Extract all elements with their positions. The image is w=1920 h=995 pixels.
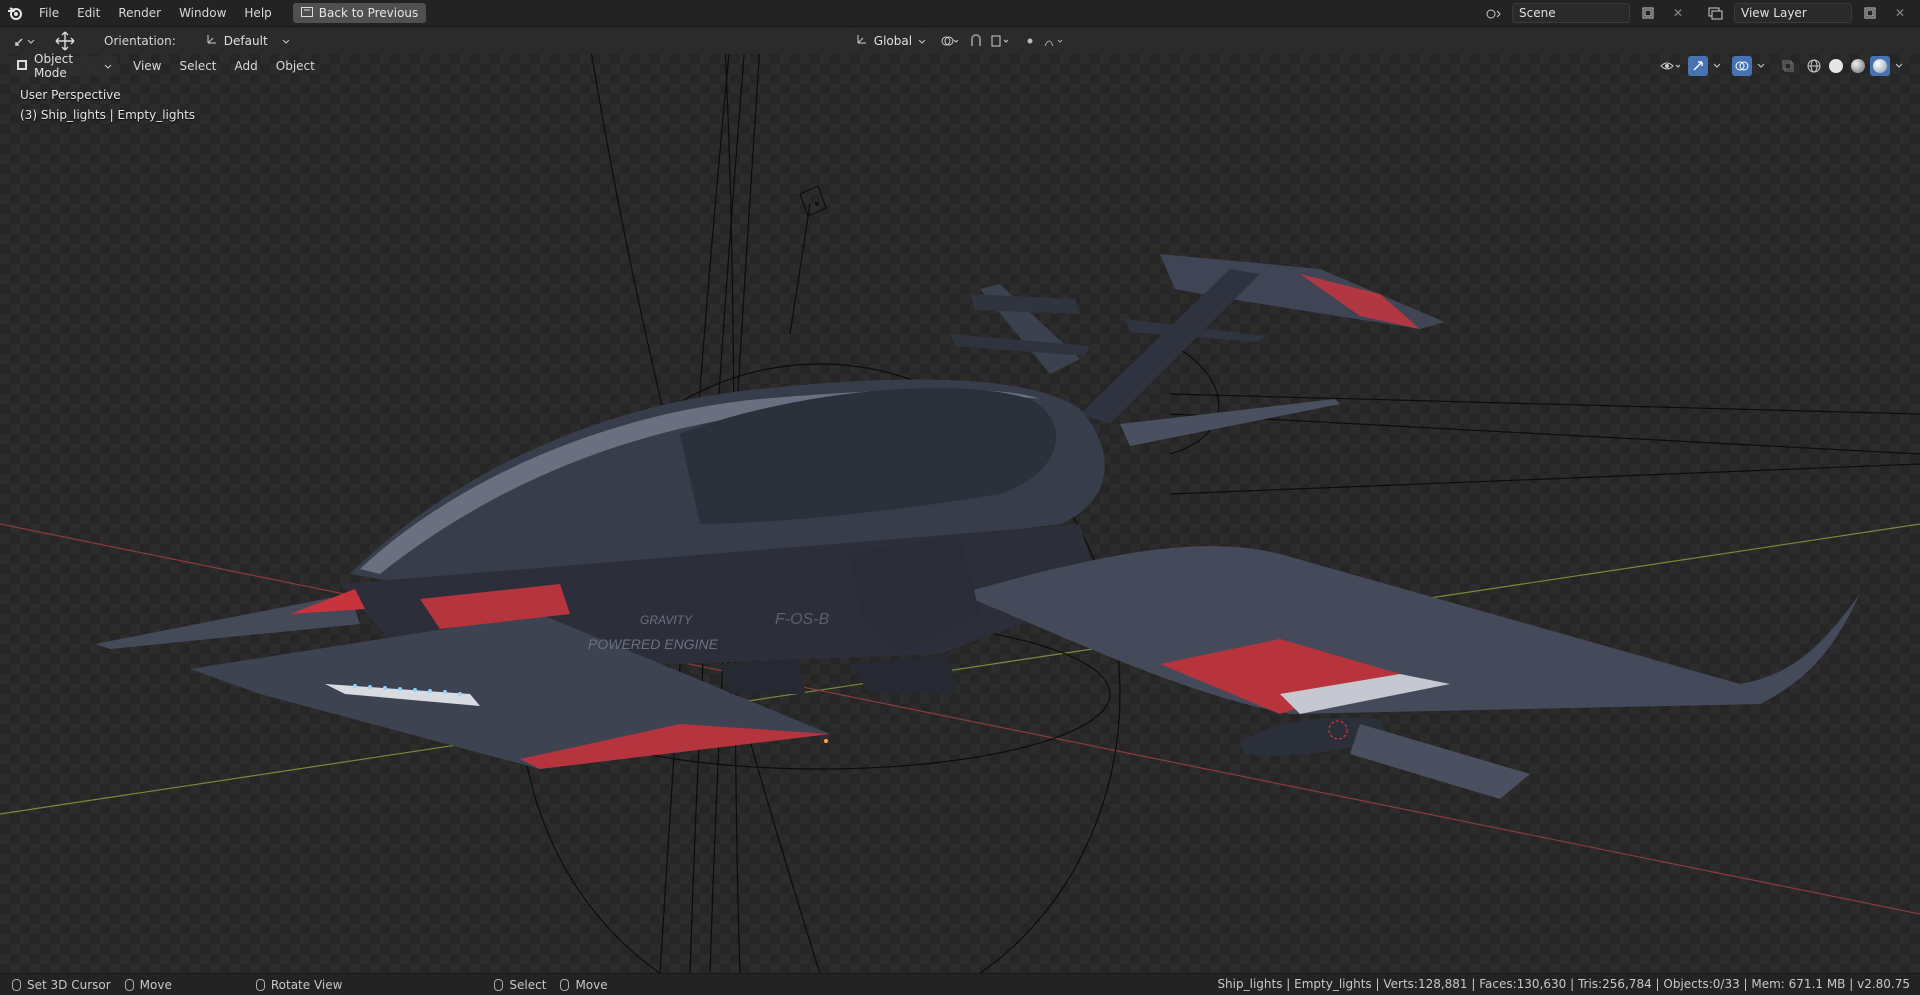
viewport-scene: GRAVITY POWERED ENGINE F-OS-B <box>0 54 1920 974</box>
scene-statistics: Ship_lights | Empty_lights | Verts:128,8… <box>1217 977 1910 991</box>
view-layer-name: View Layer <box>1741 6 1807 20</box>
viewport-menu-object[interactable]: Object <box>267 54 324 78</box>
pivot-icon[interactable] <box>936 31 964 51</box>
viewport-menu-select[interactable]: Select <box>170 54 225 78</box>
solid-shading-icon[interactable] <box>1826 56 1846 76</box>
mouse-drag-icon <box>124 978 134 991</box>
chevron-down-icon <box>104 59 112 73</box>
blender-logo-icon[interactable] <box>0 0 30 26</box>
snap-target-icon[interactable] <box>986 31 1014 51</box>
object-mode-dropdown[interactable]: Object Mode <box>10 52 118 80</box>
viewport-menu-add[interactable]: Add <box>226 54 267 78</box>
status-hint-rotate: Rotate View <box>255 977 343 992</box>
scene-name-field[interactable]: Scene <box>1512 3 1630 23</box>
status-hint-move-label: Move <box>139 977 172 992</box>
chevron-down-icon <box>918 34 926 48</box>
viewport-menu-view[interactable]: View <box>124 54 170 78</box>
overlay-dropdown-icon[interactable] <box>1754 56 1768 76</box>
object-mode-label: Object Mode <box>34 52 74 80</box>
scene-controls: Scene ✕ View Layer ✕ <box>1482 3 1912 23</box>
wireframe-shading-icon[interactable] <box>1804 56 1824 76</box>
ship-decal-line2: POWERED ENGINE <box>588 636 719 652</box>
orientation-label: Orientation: <box>104 33 176 48</box>
mouse-right-icon <box>494 978 504 991</box>
mouse-middle-icon <box>255 978 265 991</box>
ship-decal-line1: GRAVITY <box>640 613 693 627</box>
menu-window[interactable]: Window <box>170 0 235 26</box>
mouse-left-icon <box>12 978 21 991</box>
status-hint-select: Select <box>494 978 546 992</box>
orientation-dropdown[interactable]: Default <box>199 30 296 51</box>
menu-file[interactable]: File <box>30 0 68 26</box>
selected-object-origin <box>824 739 828 743</box>
status-bar: Set 3D Cursor Move Rotate View Select Mo… <box>0 973 1920 995</box>
new-scene-icon[interactable] <box>1636 3 1660 23</box>
tool-settings-bar: Orientation: Default Global <box>0 27 1920 54</box>
shading-dropdown-icon[interactable] <box>1892 56 1906 76</box>
object-mode-icon <box>16 59 28 74</box>
status-hint-cursor: Set 3D Cursor <box>12 978 111 992</box>
view-layer-icon[interactable] <box>1704 3 1728 23</box>
scene-name: Scene <box>1519 6 1556 20</box>
orientation-axis-icon <box>206 33 218 48</box>
mouse-drag-right-icon <box>560 978 570 991</box>
transform-space-value: Global <box>873 33 913 48</box>
viewport-perspective-label: User Perspective <box>20 88 121 102</box>
menu-render[interactable]: Render <box>109 0 170 26</box>
menu-help[interactable]: Help <box>235 0 280 26</box>
ship-decal-code: F-OS-B <box>775 611 830 628</box>
back-to-previous-label: Back to Previous <box>318 6 419 20</box>
snap-icon[interactable] <box>966 31 986 51</box>
gizmo-icon[interactable] <box>1688 56 1708 76</box>
viewport-display-controls <box>1656 56 1906 76</box>
spaceship-model: GRAVITY POWERED ENGINE F-OS-B <box>95 254 1860 799</box>
back-to-previous-button[interactable]: Back to Previous <box>292 3 427 23</box>
screen-icon <box>300 6 313 20</box>
status-hint-move: Move <box>124 977 172 992</box>
close-scene-icon[interactable]: ✕ <box>1666 3 1690 23</box>
viewport-header: Object Mode View Select Add Object <box>0 52 1920 80</box>
overlay-icon[interactable] <box>1732 56 1752 76</box>
status-hint-select-label: Select <box>509 977 547 992</box>
scene-icon[interactable] <box>1482 3 1506 23</box>
proportional-icon[interactable] <box>1020 31 1040 51</box>
top-menu-bar: File Edit Render Window Help Back to Pre… <box>0 0 1920 27</box>
rendered-shading-icon[interactable] <box>1870 56 1890 76</box>
editor-type-icon[interactable] <box>8 31 40 51</box>
gizmo-dropdown-icon[interactable] <box>1710 56 1724 76</box>
menu-edit[interactable]: Edit <box>68 0 109 26</box>
3d-viewport[interactable]: GRAVITY POWERED ENGINE F-OS-B User Persp… <box>0 54 1920 974</box>
viewport-active-object-label: (3) Ship_lights | Empty_lights <box>20 108 196 122</box>
xray-icon[interactable] <box>1778 56 1798 76</box>
transform-gizmo-icon[interactable] <box>50 31 80 51</box>
visibility-icon[interactable] <box>1656 56 1686 76</box>
status-hint-move2-label: Move <box>575 977 608 992</box>
new-view-layer-icon[interactable] <box>1858 3 1882 23</box>
status-hint-move2: Move <box>560 977 608 992</box>
close-view-layer-icon[interactable]: ✕ <box>1888 3 1912 23</box>
light-origin <box>815 202 819 206</box>
material-shading-icon[interactable] <box>1848 56 1868 76</box>
orientation-value: Default <box>223 33 268 48</box>
status-hint-rotate-label: Rotate View <box>270 977 343 992</box>
status-hint-cursor-label: Set 3D Cursor <box>27 977 111 992</box>
global-axis-icon <box>856 33 868 48</box>
transform-space-dropdown[interactable]: Global <box>849 30 928 51</box>
chevron-down-icon <box>282 34 290 48</box>
falloff-icon[interactable] <box>1040 31 1068 51</box>
view-layer-field[interactable]: View Layer <box>1734 3 1852 23</box>
